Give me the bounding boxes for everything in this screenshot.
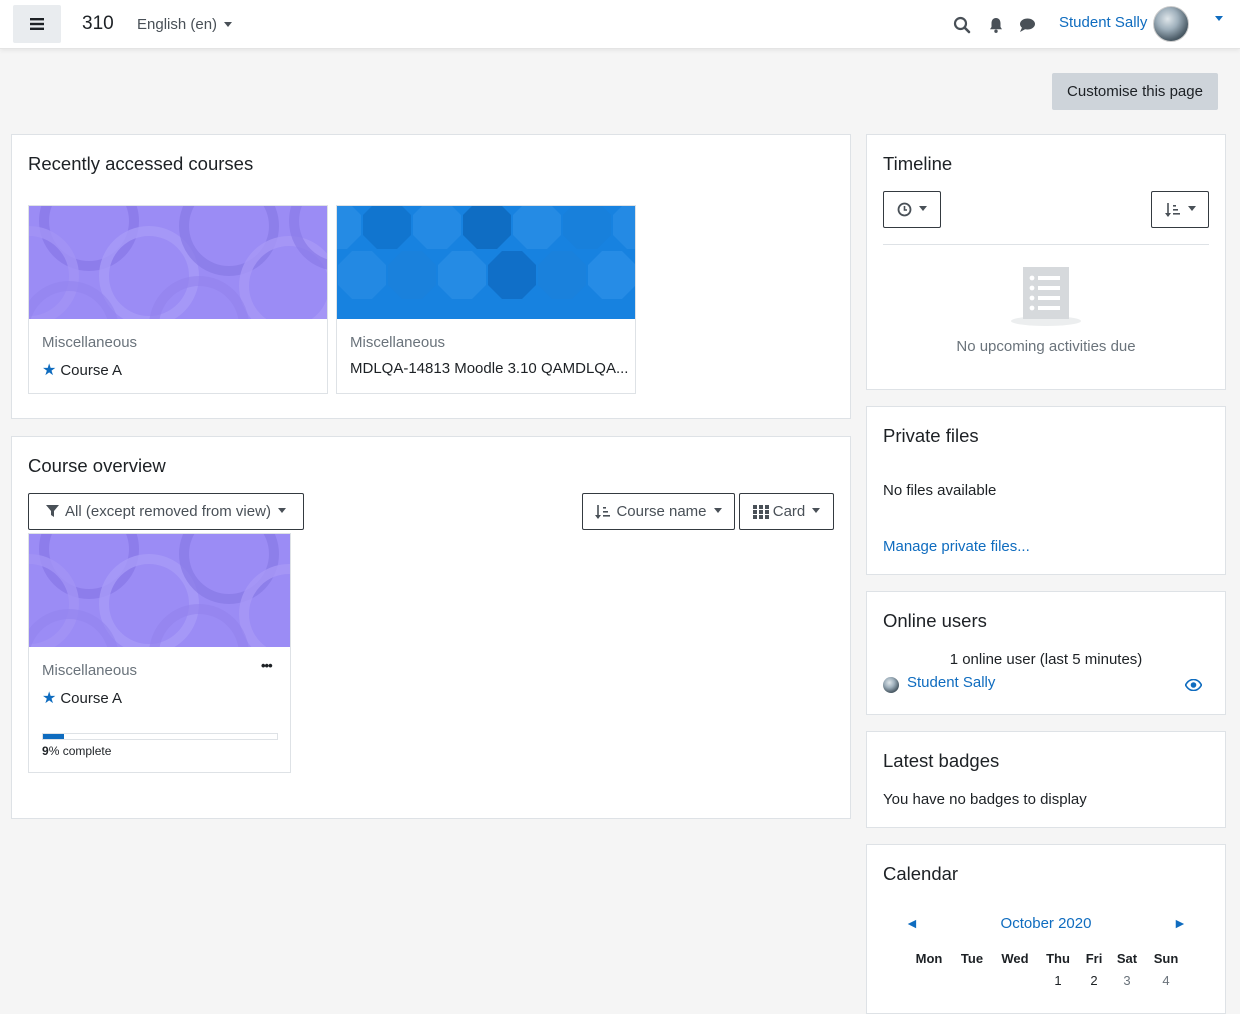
progress-bar-fill [43,734,65,739]
list-document-icon [1011,267,1081,326]
course-name-link[interactable]: ★ Course A [42,360,122,380]
sort-label: Course name [616,503,707,520]
chevron-down-icon [919,206,927,211]
calendar-day[interactable]: 2 [1076,973,1112,988]
block-title: Latest badges [883,750,1000,771]
avatar [883,677,899,693]
block-title: Timeline [883,153,953,174]
course-card[interactable]: Miscellaneous MDLQA-14813 Moodle 3.10 QA… [336,205,636,394]
timeline-block: Timeline No upcoming activities due [866,134,1226,390]
user-menu-name[interactable]: Student Sally [1059,14,1147,31]
filter-icon [46,505,60,517]
sort-icon [595,504,611,519]
calendar-day[interactable]: 1 [1040,973,1076,988]
block-title: Private files [883,425,979,446]
latest-badges-block: Latest badges You have no badges to disp… [866,731,1226,828]
site-name[interactable]: 310 [82,13,114,35]
user-menu-chevron-icon[interactable] [1215,16,1223,21]
progress-suffix: % complete [48,744,112,758]
language-label: English (en) [137,16,218,33]
filter-label: All (except removed from view) [65,503,271,520]
hamburger-icon [30,18,44,30]
private-files-empty-text: No files available [883,482,997,499]
chevron-down-icon [812,508,821,513]
course-category: Miscellaneous [350,334,446,351]
nav-drawer-toggle[interactable] [13,5,61,43]
weekday-header: Mon [915,951,943,966]
search-icon[interactable] [953,16,971,34]
star-icon: ★ [42,690,57,707]
badges-empty-text: You have no badges to display [883,791,1087,808]
block-title: Course overview [28,455,166,476]
avatar[interactable] [1153,6,1189,42]
chevron-down-icon [224,21,233,27]
grouping-filter-dropdown[interactable]: All (except removed from view) [28,493,304,530]
online-users-block: Online users 1 online user (last 5 minut… [866,591,1226,715]
timeline-empty-text: No upcoming activities due [956,338,1136,355]
chevron-down-icon [713,508,722,513]
course-category: Miscellaneous [42,334,138,351]
course-overview-block: Course overview All (except removed from… [11,436,851,819]
weekday-header: Fri [1085,951,1103,966]
calendar-block: Calendar ◄ October 2020 ► Mon Tue Wed Th… [866,844,1226,1014]
weekday-header: Sat [1116,951,1138,966]
online-users-summary: 1 online user (last 5 minutes) [949,651,1143,668]
progress-percent: 9 [42,744,49,758]
weekday-header: Thu [1046,951,1070,966]
course-name: Course A [60,690,123,707]
course-actions-menu-icon[interactable]: ••• [261,658,273,673]
course-card[interactable]: Miscellaneous ••• ★ Course A 9% complete [28,533,291,773]
block-title: Recently accessed courses [28,153,254,174]
chat-bubble-icon[interactable] [1018,16,1036,34]
course-name: Course A [60,362,123,379]
recent-courses-block: Recently accessed courses Miscellaneous … [11,134,851,419]
bell-icon[interactable] [987,16,1005,34]
course-category: Miscellaneous [42,662,138,679]
private-files-block: Private files No files available Manage … [866,406,1226,575]
grid-icon [752,504,769,519]
language-menu[interactable]: English (en) [137,16,233,33]
course-name-link[interactable]: ★ Course A [42,688,122,708]
view-label: Card [772,503,806,520]
weekday-header: Sun [1153,951,1179,966]
course-name-link[interactable]: MDLQA-14813 Moodle 3.10 QAMDLQA... [350,360,628,377]
online-user-link[interactable]: Student Sally [907,674,995,691]
clock-icon [897,202,912,217]
calendar-day[interactable]: 3 [1109,973,1145,988]
timeline-sort-dropdown[interactable] [1151,191,1209,228]
divider [883,244,1209,245]
view-dropdown[interactable]: Card [739,493,834,530]
next-month-icon[interactable]: ► [1173,915,1187,931]
chevron-down-icon [1187,206,1196,211]
chevron-down-icon [277,508,286,513]
calendar-month-link[interactable]: October 2020 [867,915,1225,932]
block-title: Calendar [883,863,959,884]
timeline-date-filter-dropdown[interactable] [883,191,941,228]
progress-text: 9% complete [42,744,111,758]
course-card[interactable]: Miscellaneous ★ Course A [28,205,328,394]
manage-private-files-link[interactable]: Manage private files... [883,538,1030,555]
eye-icon[interactable] [1185,679,1202,691]
sort-dropdown[interactable]: Course name [582,493,735,530]
star-icon: ★ [42,362,57,379]
weekday-header: Tue [960,951,984,966]
customise-page-button[interactable]: Customise this page [1052,73,1218,110]
course-image[interactable] [29,206,327,319]
calendar-day[interactable]: 4 [1148,973,1184,988]
progress-bar [42,733,278,740]
course-image[interactable] [337,206,635,319]
block-title: Online users [883,610,987,631]
course-image[interactable] [29,534,290,647]
navbar: 310 English (en) Student Sally [0,0,1240,49]
sort-icon [1164,202,1180,217]
weekday-header: Wed [1001,951,1029,966]
